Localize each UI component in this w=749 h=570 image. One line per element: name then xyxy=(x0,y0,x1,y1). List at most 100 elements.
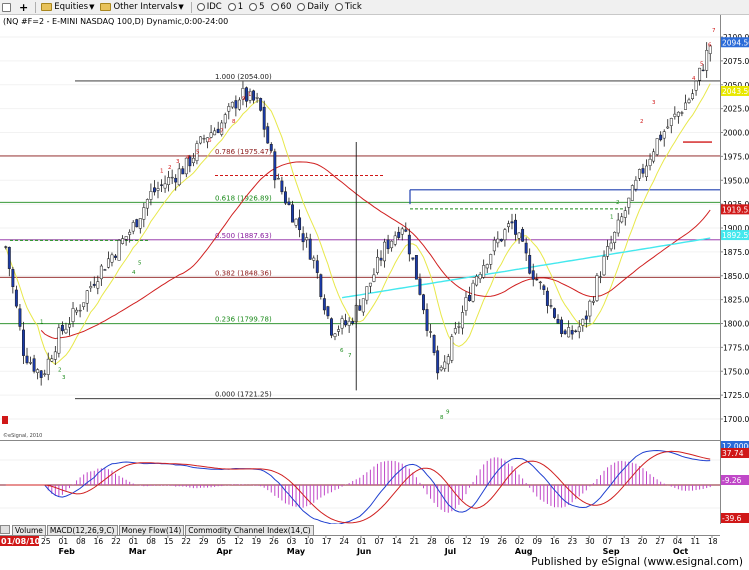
price-chart[interactable]: 1.000 (2054.00) 0.786 (1975.47) 0.618 (192… xyxy=(0,15,749,440)
price-tick-label: 1875.00 xyxy=(723,248,749,257)
candle xyxy=(149,191,153,200)
candle xyxy=(404,229,408,232)
interval-label: 5 xyxy=(259,2,265,12)
price-tick-label: 2025.00 xyxy=(723,105,749,114)
candle xyxy=(298,217,302,231)
candle xyxy=(160,184,163,186)
candle xyxy=(237,99,241,110)
candle xyxy=(135,219,139,228)
candle xyxy=(234,100,238,109)
candle xyxy=(287,201,291,205)
candle xyxy=(662,131,666,139)
x-month-label: May xyxy=(287,547,306,556)
candle xyxy=(606,246,610,257)
x-tick-label: 22 xyxy=(181,537,191,546)
setup-count: 5 xyxy=(196,150,200,156)
candle xyxy=(291,204,294,223)
candle xyxy=(400,228,404,235)
candle xyxy=(627,197,631,208)
candle xyxy=(337,329,340,332)
x-tick-label: 27 xyxy=(655,537,665,546)
published-by-text: Published by eSignal (www.esignal.com) xyxy=(531,556,743,568)
x-axis-start-label: 01/08/10 xyxy=(1,537,41,546)
tab-volume[interactable]: Volume xyxy=(12,524,46,535)
x-tick-label: 02 xyxy=(515,537,525,546)
candle xyxy=(7,246,11,269)
setup-count: 4 xyxy=(132,270,136,276)
interval-label: Tick xyxy=(344,2,362,12)
interval-60-button[interactable]: 60 xyxy=(269,1,294,14)
interval-label: 60 xyxy=(280,2,292,12)
candle xyxy=(446,356,450,365)
interval-tick-button[interactable]: Tick xyxy=(333,1,364,14)
candle xyxy=(397,231,401,238)
price-marker-label: 2043.50 xyxy=(722,87,749,96)
tab-scroll-left[interactable] xyxy=(0,525,10,534)
candle xyxy=(517,232,521,239)
candle xyxy=(549,305,553,307)
x-tick-label: 29 xyxy=(199,537,209,546)
candle xyxy=(322,298,326,311)
candle xyxy=(138,218,142,229)
x-tick-label: 14 xyxy=(392,537,402,546)
candle xyxy=(521,228,525,242)
candle xyxy=(202,138,206,140)
candle xyxy=(283,191,287,204)
alert-marker xyxy=(2,416,8,424)
candle xyxy=(153,187,156,193)
candle xyxy=(68,324,71,328)
candle xyxy=(602,256,606,276)
candle xyxy=(64,328,68,334)
candle xyxy=(117,240,121,261)
tab-cci[interactable]: Commodity Channel Index(14,C) xyxy=(185,524,314,535)
toolbar-divider xyxy=(35,1,37,13)
add-button[interactable]: + xyxy=(17,1,30,14)
setup-count: 7 xyxy=(712,28,716,34)
candle xyxy=(347,320,351,326)
tab-macd[interactable]: MACD(12,26,9,C) xyxy=(46,524,118,535)
interval-label: 1 xyxy=(237,2,244,12)
chevron-down-icon: ▼ xyxy=(178,3,184,11)
candle xyxy=(106,258,110,268)
symbol-box[interactable] xyxy=(0,1,15,14)
x-tick-label: 10 xyxy=(304,537,314,546)
x-tick-label: 20 xyxy=(638,537,648,546)
fib-label: 0.618 (1926.89) xyxy=(215,194,272,202)
fib-label: 0.382 (1848.36) xyxy=(215,269,272,277)
other-intervals-dropdown[interactable]: Other Intervals ▼ xyxy=(98,1,185,14)
candle xyxy=(22,329,25,356)
candle xyxy=(507,223,510,228)
x-month-label: Apr xyxy=(217,547,233,556)
tab-money-flow[interactable]: Money Flow(14) xyxy=(118,524,185,535)
candle xyxy=(280,180,284,193)
x-tick-label: 11 xyxy=(690,537,700,546)
interval-1-button[interactable]: 1 xyxy=(226,1,245,14)
candle xyxy=(655,138,659,155)
candle xyxy=(599,276,602,278)
macd-chart[interactable]: 12.000037.74-9.26-39.6 xyxy=(0,440,749,524)
x-tick-label: 25 xyxy=(41,537,51,546)
candle xyxy=(641,168,645,174)
candle xyxy=(418,278,422,295)
setup-count: 1 xyxy=(248,92,252,98)
setup-count: 2 xyxy=(168,165,172,171)
candle xyxy=(464,297,468,311)
candle xyxy=(616,219,620,234)
candle xyxy=(14,289,18,307)
x-tick-label: 01 xyxy=(357,537,367,546)
setup-count: 1 xyxy=(160,169,164,175)
candle xyxy=(315,260,319,273)
clock-icon xyxy=(270,3,279,11)
equities-dropdown[interactable]: Equities ▼ xyxy=(39,1,96,14)
setup-count: 1 xyxy=(40,320,44,326)
candle xyxy=(701,69,705,72)
candle xyxy=(333,333,337,337)
x-tick-label: 22 xyxy=(111,537,121,546)
interval-5-button[interactable]: 5 xyxy=(247,1,266,14)
candle xyxy=(209,132,213,138)
interval-idc-button[interactable]: IDC xyxy=(195,1,224,14)
price-marker-label: 2094.50 xyxy=(722,38,749,47)
candle xyxy=(344,320,348,326)
interval-daily-button[interactable]: Daily xyxy=(295,1,331,14)
candle xyxy=(223,114,227,124)
